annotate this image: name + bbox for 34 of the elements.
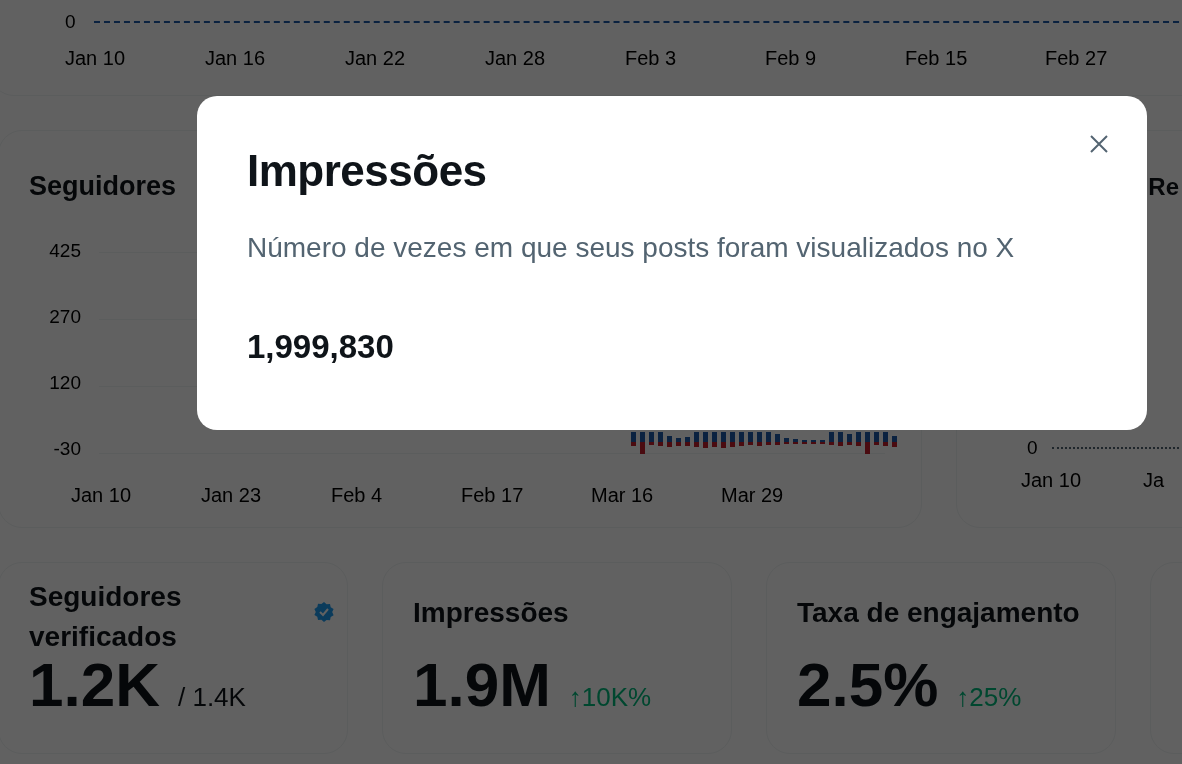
trend-value: ↑25% xyxy=(956,682,1022,713)
axis-label: Feb 4 xyxy=(331,484,384,507)
axis-label: Jan 10 xyxy=(71,484,133,507)
axis-label: Jan 10 xyxy=(65,47,127,70)
dialog-title: Impressões xyxy=(247,146,488,196)
stat-total: / 1.4K xyxy=(177,682,246,713)
axis-tick-label: 270 xyxy=(48,306,81,329)
axis-tick-label: 0 xyxy=(1027,437,1038,459)
axis-label: Feb 3 xyxy=(625,47,678,70)
dialog-description: Número de vezes em que seus posts foram visualizados no X xyxy=(247,232,1016,264)
stat-value: 2.5% xyxy=(797,649,939,720)
trend-value: ↑10K% xyxy=(568,682,652,713)
axis-label: Feb 17 xyxy=(461,484,525,507)
axis-label: Jan 16 xyxy=(205,47,267,70)
axis-tick-label: 120 xyxy=(48,372,81,395)
axis-tick-label: 0 xyxy=(65,11,76,33)
chart-title: Seguidores xyxy=(29,171,177,202)
chart-title: Re xyxy=(1148,173,1179,201)
axis-label: Mar 16 xyxy=(591,484,655,507)
axis-label: Mar 29 xyxy=(721,484,785,507)
axis-label: Jan 28 xyxy=(485,47,547,70)
axis-label: Jan 10 xyxy=(1021,469,1082,492)
axis-label: Feb 9 xyxy=(765,47,818,70)
dialog-value: 1,999,830 xyxy=(247,328,395,366)
axis-label: Feb 27 xyxy=(1045,47,1109,70)
axis-label: Feb 15 xyxy=(905,47,969,70)
stat-title: Taxa de engajamento xyxy=(797,596,1080,630)
axis-label: Jan 22 xyxy=(345,47,407,70)
axis-tick-label: 425 xyxy=(48,240,81,263)
stat-title: Impressões xyxy=(413,596,569,630)
axis-label: Ja xyxy=(1143,469,1165,492)
stat-value: 1.9M xyxy=(413,649,551,720)
axis-tick-label: -30 xyxy=(52,438,81,461)
axis-label: Jan 23 xyxy=(201,484,263,507)
